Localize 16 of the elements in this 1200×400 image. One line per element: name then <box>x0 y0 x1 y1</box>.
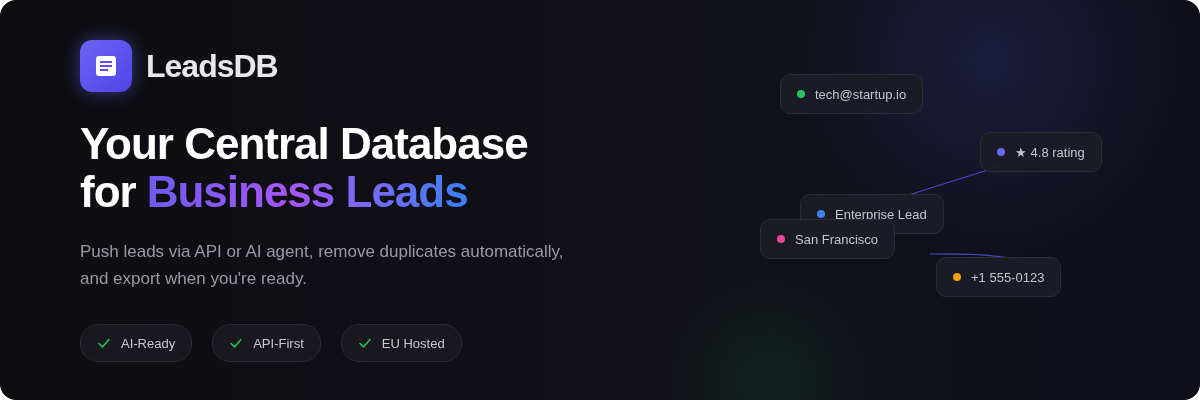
chip-label: +1 555-0123 <box>971 269 1045 285</box>
check-icon <box>357 336 372 350</box>
feature-label: AI-Ready <box>121 335 176 351</box>
check-icon <box>97 336 111 350</box>
headline-text: Your Central Database <box>80 120 529 168</box>
chip-label: San Francisco <box>795 231 879 247</box>
check-icon <box>229 336 244 350</box>
chip-label: ★ 4.8 rating <box>1015 144 1085 160</box>
document-icon <box>94 54 118 78</box>
chip-label: Enterprise Lead <box>835 206 927 222</box>
headline-text: for <box>80 168 136 216</box>
feature-label: API-First <box>253 335 304 351</box>
description-text: Push leads via API or AI agent, remove duplicates automatically, and export when you're ready. <box>80 241 565 290</box>
feature-label: EU Hosted <box>381 335 445 351</box>
brand-name: LeadsDB <box>146 47 278 85</box>
chip-label: tech@startup.io <box>815 86 907 102</box>
